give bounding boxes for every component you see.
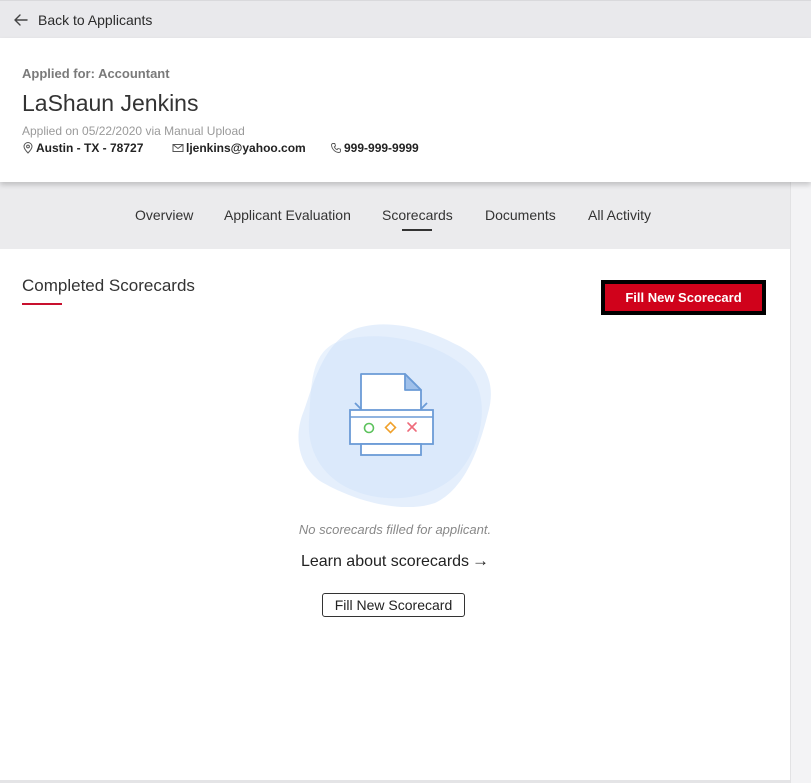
contact-info: Austin - TX - 78727 ljenkins@yahoo.com 9…	[22, 141, 419, 155]
scorecards-panel: Completed Scorecards Fill New Scorecard …	[0, 249, 790, 783]
applied-for-label: Applied for: Accountant	[22, 66, 170, 81]
back-link-label: Back to Applicants	[38, 11, 153, 28]
applicant-header: Applied for: Accountant LaShaun Jenkins …	[0, 38, 811, 182]
tab-applicant-evaluation[interactable]: Applicant Evaluation	[224, 207, 351, 223]
envelope-icon	[172, 144, 184, 152]
tab-scorecards[interactable]: Scorecards	[382, 207, 453, 223]
contact-phone[interactable]: 999-999-9999	[330, 141, 419, 155]
fill-new-scorecard-button[interactable]: Fill New Scorecard	[601, 280, 766, 315]
printer-scorecard-icon	[298, 324, 491, 507]
fill-new-scorecard-button-label: Fill New Scorecard	[605, 284, 762, 311]
tab-overview[interactable]: Overview	[135, 207, 193, 223]
phone-icon	[331, 143, 341, 153]
section-title: Completed Scorecards	[22, 276, 195, 295]
section-title-underline	[22, 303, 62, 305]
tabs-bar: Overview Applicant Evaluation Scorecards…	[0, 182, 790, 249]
tab-all-activity[interactable]: All Activity	[588, 207, 651, 223]
learn-link-label: Learn about scorecards	[300, 553, 470, 570]
contact-location: Austin - TX - 78727	[22, 141, 172, 155]
email-text: ljenkins@yahoo.com	[186, 141, 306, 155]
scrollbar[interactable]	[790, 182, 811, 783]
applicant-name: LaShaun Jenkins	[22, 90, 199, 116]
arrow-right-icon: →	[472, 551, 490, 570]
learn-about-scorecards-link[interactable]: Learn about scorecards →	[0, 551, 790, 571]
fill-new-scorecard-secondary-button[interactable]: Fill New Scorecard	[322, 593, 465, 617]
arrow-left-icon	[14, 13, 28, 26]
phone-text: 999-999-9999	[344, 141, 419, 155]
location-text: Austin - TX - 78727	[36, 141, 144, 155]
empty-state-message: No scorecards filled for applicant.	[298, 522, 492, 537]
tab-documents[interactable]: Documents	[485, 207, 556, 223]
top-bar: Back to Applicants	[0, 0, 811, 38]
active-tab-indicator	[402, 229, 432, 231]
contact-email[interactable]: ljenkins@yahoo.com	[172, 141, 330, 155]
map-pin-icon	[23, 142, 33, 154]
back-to-applicants-link[interactable]: Back to Applicants	[13, 12, 152, 28]
applied-on-text: Applied on 05/22/2020 via Manual Upload	[22, 124, 245, 138]
